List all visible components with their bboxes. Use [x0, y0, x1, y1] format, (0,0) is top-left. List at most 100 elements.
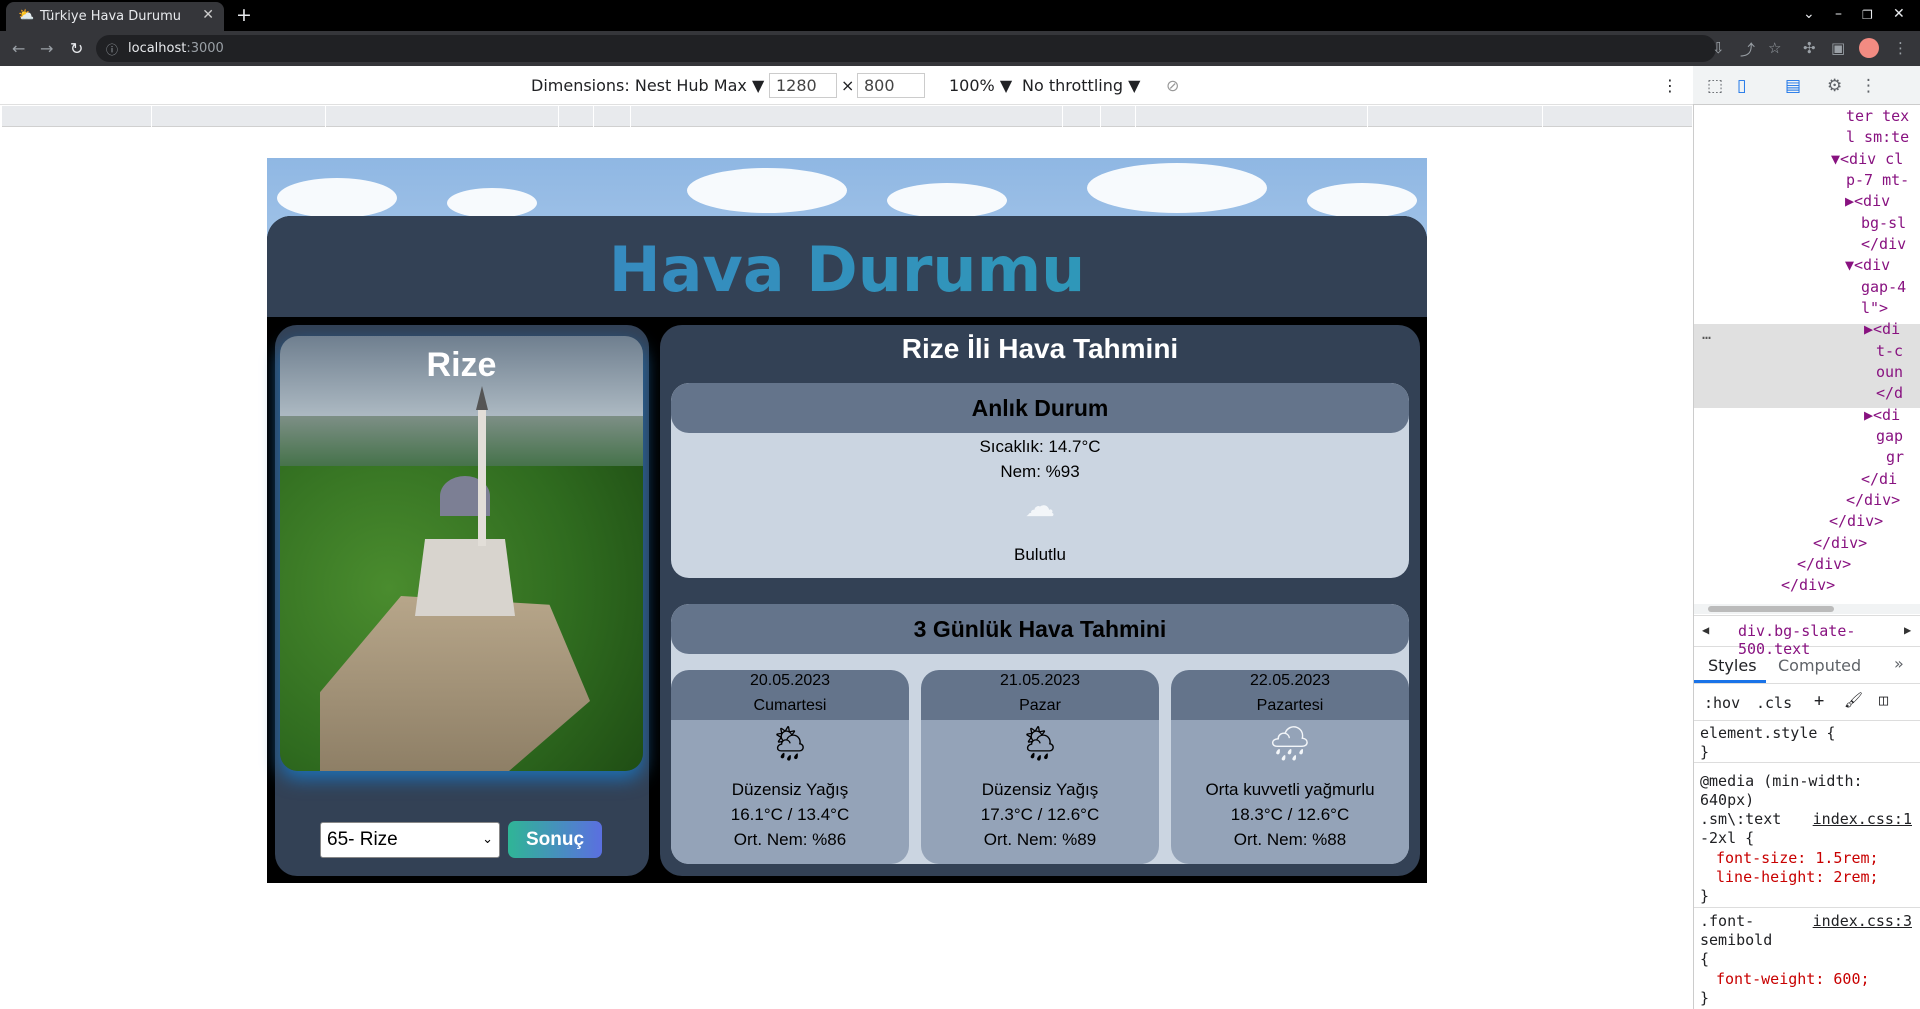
paint-icon[interactable]: 🖌	[1844, 691, 1863, 709]
height-input[interactable]: 800	[857, 73, 925, 98]
media-query: @media (min-width:	[1700, 772, 1863, 790]
dom-line[interactable]: </div	[1861, 234, 1906, 255]
city-select[interactable]: 65- Rize ⌄	[320, 822, 500, 858]
more-options-icon[interactable]: ⋮	[1662, 76, 1678, 95]
dom-line[interactable]: gr	[1886, 447, 1904, 468]
media-query-ruler[interactable]	[2, 106, 1692, 127]
dom-line[interactable]: </div>	[1829, 511, 1883, 532]
forward-icon[interactable]: →	[40, 39, 53, 58]
forecast-day-card: 20.05.2023 Cumartesi 🌦 Düzensiz Yağış 16…	[671, 670, 909, 864]
rule-open: {	[1700, 950, 1710, 968]
dom-line[interactable]: ▶<div	[1845, 191, 1890, 212]
dom-line[interactable]: l sm:te	[1846, 127, 1909, 148]
ruler-divider	[558, 106, 559, 127]
dom-line[interactable]: oun	[1876, 362, 1903, 383]
dom-line[interactable]: p-7 mt-	[1846, 170, 1909, 191]
dom-line[interactable]: bg-sl	[1861, 213, 1906, 234]
day-temps: 16.1°C / 13.4°C	[730, 805, 850, 824]
element-style-rule[interactable]: element.style {	[1700, 724, 1835, 743]
node-more-icon[interactable]: …	[1702, 324, 1711, 345]
scroll-thumb[interactable]	[1708, 606, 1834, 612]
info-icon[interactable]: ⓘ	[106, 41, 118, 58]
dom-line[interactable]: </div>	[1846, 490, 1900, 511]
ruler-divider	[1100, 106, 1101, 127]
tab-search-chevron-icon[interactable]: ⌄	[1803, 6, 1815, 22]
extensions-icon[interactable]: ✣	[1803, 39, 1816, 57]
back-icon[interactable]: ←	[12, 39, 25, 58]
elements-tree[interactable]: ter tex l sm:te ▼<div cl p-7 mt- ▶<div b…	[1694, 106, 1920, 604]
photo-minaret	[478, 406, 486, 546]
sidepanel-icon[interactable]: ▣	[1831, 39, 1845, 57]
reload-icon[interactable]: ↻	[70, 39, 83, 58]
restore-icon[interactable]: ❐	[1862, 8, 1873, 22]
tab-computed[interactable]: Computed	[1778, 656, 1861, 675]
install-icon[interactable]: ⇩	[1712, 39, 1725, 57]
rule-selector[interactable]: semibold	[1700, 931, 1772, 950]
issues-icon[interactable]: ▤	[1785, 76, 1801, 96]
more-tabs-icon[interactable]: »	[1894, 654, 1904, 673]
dom-line[interactable]: </div>	[1797, 554, 1851, 575]
zoom-label: 100%	[949, 76, 995, 95]
css-property[interactable]: font-size: 1.5rem;	[1716, 849, 1879, 868]
window-close-icon[interactable]: ✕	[1893, 6, 1905, 22]
url-host: localhost	[128, 41, 187, 56]
day-condition: Düzensiz Yağış	[981, 780, 1099, 799]
settings-gear-icon[interactable]: ⚙	[1827, 76, 1842, 96]
rule-selector[interactable]: .sm\:text	[1700, 810, 1781, 829]
dom-line[interactable]: gap	[1876, 426, 1903, 447]
dom-line[interactable]: l">	[1861, 298, 1888, 319]
minimize-icon[interactable]: –	[1835, 6, 1842, 22]
cloud-shape	[1307, 183, 1417, 218]
dom-line[interactable]: </div>	[1813, 533, 1867, 554]
throttling-dropdown[interactable]: No throttling ▼	[1022, 76, 1140, 95]
browser-menu-icon[interactable]: ⋮	[1893, 39, 1908, 57]
address-bar[interactable]: ⓘ localhost:3000	[96, 35, 1716, 62]
cloud-shape	[887, 183, 1007, 218]
browser-tab[interactable]: ⛅ Türkiye Hava Durumu ✕	[6, 2, 224, 31]
breadcrumb: ◀ div.bg-slate-500.text ▶	[1694, 615, 1920, 658]
dom-line[interactable]: ▶<di	[1864, 405, 1900, 426]
hov-toggle[interactable]: :hov	[1704, 694, 1740, 712]
horizontal-scrollbar[interactable]	[1694, 604, 1920, 614]
dom-line[interactable]: gap-4	[1861, 277, 1906, 298]
crumb-right-icon[interactable]: ▶	[1904, 623, 1911, 637]
rule-selector[interactable]: .font-	[1700, 912, 1754, 931]
inspect-element-icon[interactable]: ⬚	[1707, 76, 1723, 96]
crumb-left-icon[interactable]: ◀	[1702, 623, 1709, 637]
dom-line[interactable]: ter tex	[1846, 106, 1909, 127]
source-link[interactable]: index.css:3	[1813, 912, 1912, 931]
day-date: 22.05.2023	[1249, 672, 1331, 689]
cls-toggle[interactable]: .cls	[1756, 694, 1792, 712]
bookmark-star-icon[interactable]: ☆	[1768, 39, 1781, 57]
rule-selector[interactable]: -2xl {	[1700, 829, 1754, 848]
divider	[1694, 907, 1920, 908]
result-button[interactable]: Sonuç	[508, 821, 602, 858]
toggle-sidebar-icon[interactable]: ◫	[1879, 691, 1888, 709]
dimensions-dropdown[interactable]: Dimensions: Nest Hub Max ▼	[531, 76, 764, 95]
dom-line[interactable]: ▼<div	[1845, 255, 1890, 276]
ruler-divider	[630, 106, 631, 127]
dom-line[interactable]: </div>	[1781, 575, 1835, 596]
ruler-divider	[593, 106, 594, 127]
profile-avatar[interactable]	[1859, 38, 1879, 58]
device-toggle-icon[interactable]: ▯	[1737, 76, 1746, 96]
css-property[interactable]: line-height: 2rem;	[1716, 868, 1879, 887]
rotate-icon[interactable]: ⊘	[1166, 76, 1179, 95]
day-name: Pazartesi	[1256, 697, 1324, 714]
new-tab-icon[interactable]: +	[236, 4, 252, 26]
devtools-menu-icon[interactable]: ⋮	[1860, 76, 1877, 96]
dom-line[interactable]: ▼<div cl	[1831, 149, 1903, 170]
styles-pane[interactable]: element.style { } @media (min-width: 640…	[1694, 722, 1920, 1009]
close-tab-icon[interactable]: ✕	[202, 7, 214, 23]
tab-styles[interactable]: Styles	[1708, 656, 1757, 675]
dom-line[interactable]: </d	[1876, 383, 1903, 404]
share-icon[interactable]: ⤴	[1740, 39, 1755, 60]
width-input[interactable]: 1280	[769, 73, 837, 98]
dom-line[interactable]: ▶<di	[1864, 319, 1900, 340]
zoom-dropdown[interactable]: 100% ▼	[949, 76, 1012, 95]
add-rule-icon[interactable]: +	[1814, 691, 1824, 711]
source-link[interactable]: index.css:1	[1813, 810, 1912, 829]
css-property[interactable]: font-weight: 600;	[1716, 970, 1870, 989]
dom-line[interactable]: </di	[1861, 469, 1897, 490]
dom-line[interactable]: t-c	[1876, 341, 1903, 362]
